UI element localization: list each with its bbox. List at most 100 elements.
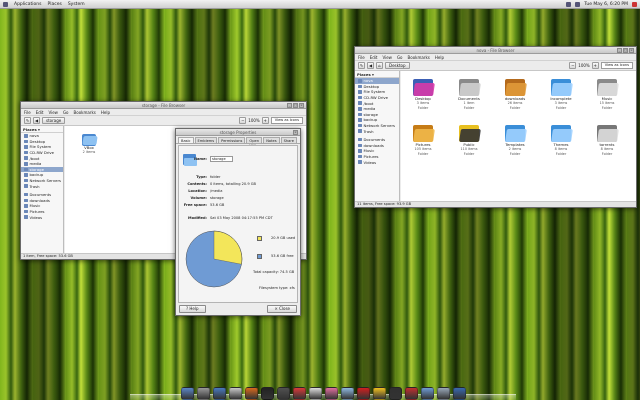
folder-music[interactable]: Music 15 items Folder [589, 77, 625, 110]
storage-window-titlebar[interactable]: storage - File Browser _ □ × [21, 102, 306, 109]
view-mode-select[interactable]: View as Icons [600, 62, 633, 69]
clock[interactable]: Tue May 6, 6:20 PM [584, 2, 628, 7]
menu-help[interactable]: Help [101, 110, 110, 115]
network-icon[interactable] [212, 387, 226, 400]
menu-edit[interactable]: Edit [36, 110, 44, 115]
close-icon[interactable]: × [299, 103, 304, 108]
folder-torrents[interactable]: torrents 8 items Folder [589, 123, 625, 156]
menu-system[interactable]: System [68, 2, 85, 7]
firefox-icon[interactable] [244, 387, 258, 400]
volume-tray-icon[interactable] [575, 1, 581, 7]
close-icon[interactable]: × [629, 48, 634, 53]
folder-public[interactable]: Public 110 items Folder [451, 123, 487, 156]
menu-edit[interactable]: Edit [370, 55, 378, 60]
burn-icon[interactable] [372, 387, 386, 400]
menu-applications[interactable]: Applications [14, 2, 42, 7]
zoom-out-icon[interactable]: − [239, 117, 247, 124]
dock [130, 382, 516, 400]
folder-desktop[interactable]: Desktop 3 items Folder [405, 77, 441, 110]
network-tray-icon[interactable] [566, 1, 572, 7]
home-file-browser-window: nova - File Browser _ □ × File Edit View G… [354, 46, 637, 208]
menu-view[interactable]: View [382, 55, 392, 60]
music-icon[interactable] [356, 387, 370, 400]
name-value[interactable]: storage [210, 156, 233, 162]
folder-themes[interactable]: Themes 8 items Folder [543, 123, 579, 156]
system-icon[interactable] [196, 387, 210, 400]
sidebar-item-trash[interactable]: Trash [21, 183, 63, 189]
menu-go[interactable]: Go [397, 55, 403, 60]
modified-value: Sat 03 May 2008 04:17:55 PM CDT [210, 216, 273, 220]
folder-icon[interactable] [420, 387, 434, 400]
free-space-key: Free space: [183, 203, 207, 207]
maximize-icon[interactable]: □ [293, 103, 298, 108]
sidebar-item-videos[interactable]: Videos [355, 159, 399, 165]
basic-tab-panel: Name: storage Type: folder Contents: 0 item… [178, 145, 298, 303]
sidebar-item-trash[interactable]: Trash [355, 128, 399, 134]
filesystem-type: Filesystem type: xfs [259, 286, 295, 290]
menu-go[interactable]: Go [63, 110, 69, 115]
minimize-icon[interactable]: _ [287, 103, 292, 108]
folder-documents[interactable]: Documents 1 item Folder [451, 77, 487, 110]
home-icon[interactable]: ⌂ [376, 62, 383, 69]
tab-notes[interactable]: Notes [263, 137, 280, 143]
media-icon[interactable] [276, 387, 290, 400]
places-header[interactable]: Places ▾ [21, 126, 63, 133]
edit-location-icon[interactable]: ✎ [24, 117, 31, 124]
pidgin-icon[interactable] [324, 387, 338, 400]
menu-file[interactable]: File [358, 55, 365, 60]
screen-icon[interactable] [452, 387, 466, 400]
tab-open-with[interactable]: Open With [246, 137, 263, 148]
folder-downloads[interactable]: downloads 26 items Folder [497, 77, 533, 110]
minimize-icon[interactable]: _ [617, 48, 622, 53]
chat-icon[interactable] [292, 387, 306, 400]
view-mode-select[interactable]: View as Icons [270, 117, 303, 124]
folder-type: Folder [601, 105, 613, 110]
tools-icon[interactable] [340, 387, 354, 400]
close-icon[interactable]: × [293, 130, 298, 135]
back-arrow-icon[interactable]: ◀ [33, 117, 40, 124]
menu-places[interactable]: Places [48, 2, 62, 7]
folder-incomplete[interactable]: Incomplete 3 items Folder [543, 77, 579, 110]
monitor-icon[interactable] [388, 387, 402, 400]
menu-view[interactable]: View [48, 110, 58, 115]
menu-help[interactable]: Help [435, 55, 444, 60]
maximize-icon[interactable]: □ [623, 48, 628, 53]
home-window-titlebar[interactable]: nova - File Browser _ □ × [355, 47, 636, 54]
tab-emblems[interactable]: Emblems [194, 137, 218, 143]
help-button[interactable]: ? Help [179, 305, 206, 313]
tab-share[interactable]: Share [280, 137, 297, 143]
power-icon[interactable] [404, 387, 418, 400]
place-icon [358, 154, 362, 159]
close-button[interactable]: × Close [267, 305, 297, 313]
menu-bookmarks[interactable]: Bookmarks [74, 110, 96, 115]
properties-titlebar[interactable]: storage Properties × [176, 129, 300, 136]
power-tray-icon[interactable] [632, 1, 637, 7]
menu-bookmarks[interactable]: Bookmarks [408, 55, 430, 60]
back-arrow-icon[interactable]: ◀ [367, 62, 374, 69]
zoom-in-icon[interactable]: + [261, 117, 269, 124]
folder-pictures[interactable]: Pictures 105 items Folder [405, 123, 441, 156]
window-title: storage - File Browser [141, 102, 186, 108]
sidebar-item-videos[interactable]: Videos [21, 214, 63, 220]
trash-icon[interactable] [436, 387, 450, 400]
place-icon [358, 90, 362, 94]
tab-permissions[interactable]: Permissions [218, 137, 246, 143]
folder-templates[interactable]: Templates 2 items Folder [497, 123, 533, 156]
games-icon[interactable] [308, 387, 322, 400]
menu-file[interactable]: File [24, 110, 31, 115]
vbox-folder[interactable]: VBox 2 items [71, 132, 107, 155]
terminal-icon[interactable] [260, 387, 274, 400]
edit-location-icon[interactable]: ✎ [358, 62, 365, 69]
tab-basic[interactable]: Basic [178, 137, 194, 143]
folder-icon [504, 77, 527, 97]
places-header[interactable]: Places ▾ [355, 71, 399, 78]
zoom-in-icon[interactable]: + [591, 62, 599, 69]
finder-icon[interactable] [180, 387, 194, 400]
mail-icon[interactable] [228, 387, 242, 400]
sidebar-item-label: CD-RW Drive [29, 150, 55, 156]
path-button[interactable]: storage [42, 117, 66, 124]
zoom-out-icon[interactable]: − [569, 62, 577, 69]
sidebar-item-label: /boot [29, 155, 40, 161]
path-button[interactable]: Desktop [385, 62, 410, 69]
sidebar-item-label: backup [363, 117, 378, 123]
